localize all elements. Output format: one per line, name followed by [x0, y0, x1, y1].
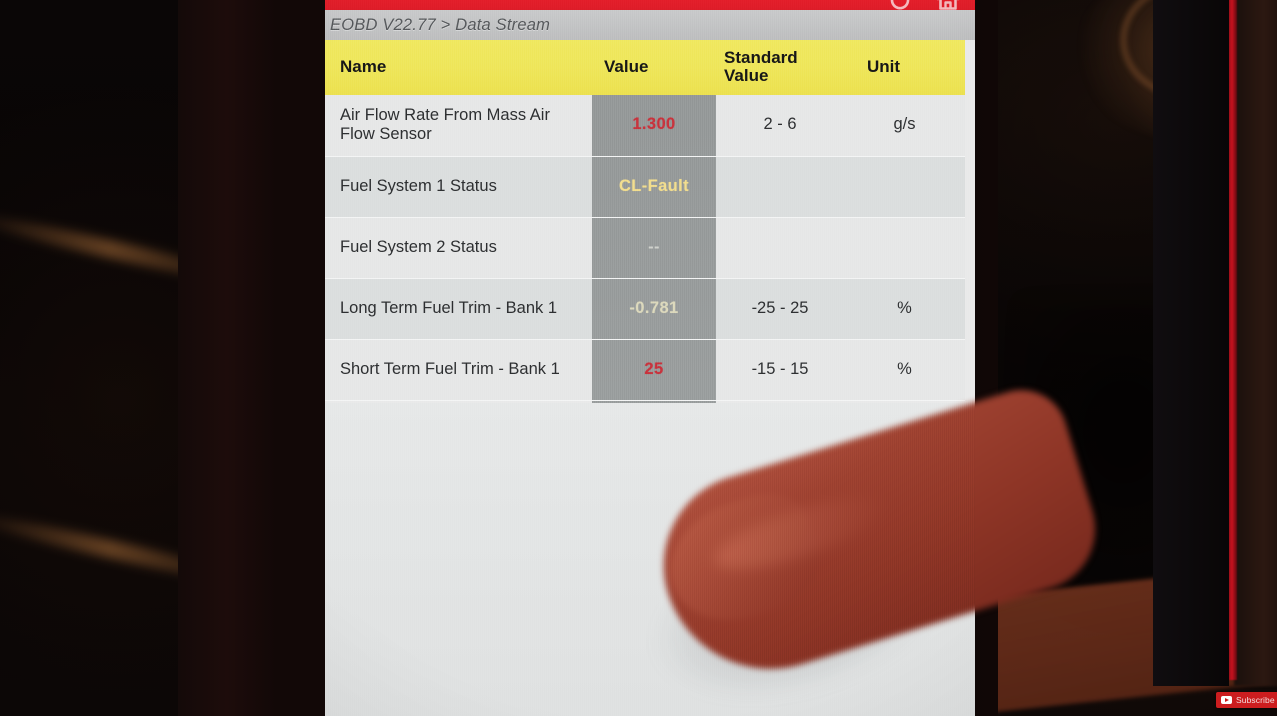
column-header-unit[interactable]: Unit	[844, 40, 965, 95]
cell-parameter-value: --	[648, 237, 660, 256]
table-row[interactable]: Air Flow Rate From Mass Air Flow Sensor …	[325, 94, 965, 157]
subscribe-button[interactable]: Subscribe	[1216, 692, 1277, 708]
cell-standard-value: 2 - 6	[716, 94, 844, 157]
cell-standard-value	[716, 217, 844, 279]
device-bezel-right	[1234, 0, 1277, 686]
screenshot-scene: EOBD V22.77 > Data Stream Name Value Sta…	[0, 0, 1277, 716]
cell-unit: %	[844, 278, 965, 340]
table-row[interactable]: Fuel System 1 Status CL-Fault	[325, 156, 965, 218]
table-head: Name Value Standard Value Unit	[325, 40, 965, 95]
cell-parameter-value: -0.781	[629, 298, 679, 317]
pointing-finger	[622, 378, 1111, 716]
column-header-name[interactable]: Name	[325, 40, 592, 95]
cell-unit	[844, 217, 965, 279]
cell-standard-value: -15 - 15	[716, 339, 844, 401]
parameter-table: Name Value Standard Value Unit Air Flow …	[325, 40, 965, 401]
cell-parameter-name: Air Flow Rate From Mass Air Flow Sensor	[325, 94, 592, 157]
cell-standard-value	[716, 156, 844, 218]
data-stream-table-container: Name Value Standard Value Unit Air Flow …	[325, 40, 975, 403]
device-frame-right	[1153, 0, 1229, 686]
table-row[interactable]: Short Term Fuel Trim - Bank 1 25 -15 - 1…	[325, 339, 965, 401]
cell-standard-value: -25 - 25	[716, 278, 844, 340]
cell-parameter-value: 1.300	[632, 115, 676, 134]
cell-unit	[844, 156, 965, 218]
breadcrumb-bar: EOBD V22.77 > Data Stream	[325, 10, 975, 40]
youtube-play-icon	[1221, 696, 1232, 704]
table-row[interactable]: Long Term Fuel Trim - Bank 1 -0.781 -25 …	[325, 278, 965, 340]
table-row[interactable]: Fuel System 2 Status --	[325, 217, 965, 279]
column-header-standard[interactable]: Standard Value	[716, 40, 844, 95]
cell-unit: g/s	[844, 94, 965, 157]
table-header-row: Name Value Standard Value Unit	[325, 40, 965, 95]
cell-unit: %	[844, 339, 965, 401]
cell-parameter-name: Short Term Fuel Trim - Bank 1	[325, 339, 592, 401]
cell-parameter-value: CL-Fault	[618, 176, 690, 195]
cell-parameter-name: Fuel System 2 Status	[325, 217, 592, 279]
cell-parameter-value: 25	[644, 359, 664, 378]
breadcrumb: EOBD V22.77 > Data Stream	[330, 15, 551, 34]
data-stream-table: Name Value Standard Value Unit Air Flow …	[325, 40, 965, 403]
table-body: Air Flow Rate From Mass Air Flow Sensor …	[325, 94, 965, 401]
cell-parameter-name: Long Term Fuel Trim - Bank 1	[325, 278, 592, 340]
cell-parameter-name: Fuel System 1 Status	[325, 156, 592, 218]
column-header-value[interactable]: Value	[592, 40, 716, 95]
device-red-trim-right	[1228, 0, 1237, 680]
subscribe-label: Subscribe	[1236, 695, 1275, 705]
